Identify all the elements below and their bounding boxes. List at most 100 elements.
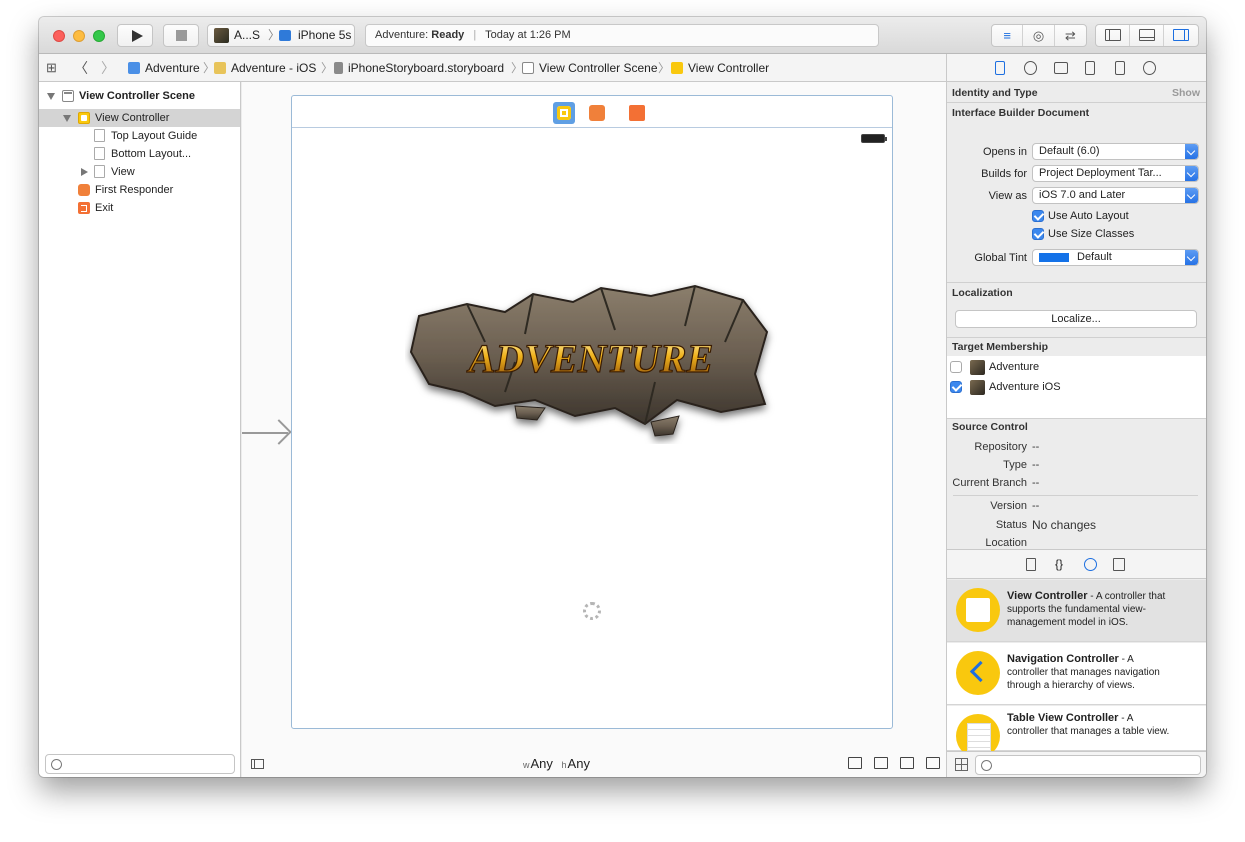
attributes-inspector-icon[interactable] [1085,61,1095,75]
file-inspector-icon[interactable] [995,61,1005,75]
breadcrumb-file[interactable]: iPhoneStoryboard.storyboard [334,54,504,82]
folder-icon [214,62,226,74]
related-items-icon[interactable]: ⊞ [46,54,57,82]
storyboard-canvas[interactable]: ADVENTURE wAny hAny [242,82,946,777]
assistant-editor-button[interactable]: ◎ [1023,25,1055,46]
xcode-window: A...S 〉 iPhone 5s Adventure: Ready | Tod… [39,17,1206,777]
file-template-library-icon[interactable] [1026,558,1036,571]
zoom-button[interactable] [93,30,105,42]
resizing-behavior-icon[interactable] [926,757,940,769]
target-adventure-checkbox[interactable] [950,361,962,373]
view-controller-icon[interactable] [553,102,575,124]
version-editor-button[interactable]: ⇄ [1055,25,1086,46]
navigator-toggle-button[interactable] [1096,25,1130,46]
library-filter-field[interactable] [975,755,1201,775]
back-button[interactable]: 〈 [74,54,88,82]
adventure-logo[interactable]: ADVENTURE [405,282,777,444]
breadcrumb-project[interactable]: Adventure [128,54,200,82]
height-class: Any [567,756,590,771]
resolve-issues-icon[interactable] [900,757,914,769]
iphone-icon [279,30,291,41]
utilities-area: Identity and Type Show Interface Builder… [946,54,1206,777]
minimize-button[interactable] [73,30,85,42]
activity-time: Today at 1:26 PM [485,29,571,41]
divider [953,495,1198,496]
exit-icon[interactable] [629,105,645,121]
connections-inspector-icon[interactable] [1143,61,1156,75]
breadcrumb-group[interactable]: Adventure - iOS [214,54,316,82]
forward-button[interactable]: 〉 [101,54,115,82]
stop-button[interactable] [163,24,199,47]
quick-help-icon[interactable] [1024,61,1037,75]
ibd-section-header: Interface Builder Document [952,107,1090,119]
disclosure-triangle-icon[interactable] [47,93,55,100]
first-responder-icon[interactable] [589,105,605,121]
outline-item-exit[interactable]: Exit [39,199,240,217]
navigation-controller-icon [956,651,1000,695]
disclosure-triangle-icon[interactable] [81,168,88,176]
outline-item-view-controller[interactable]: View Controller [39,109,240,127]
run-button[interactable] [117,24,153,47]
builds-for-label: Builds for [981,168,1027,180]
divider [947,282,1206,283]
localize-button[interactable]: Localize... [955,310,1197,328]
outline-item-scene[interactable]: View Controller Scene [39,87,240,105]
chevron-right-icon: 〉 [658,61,671,75]
activity-view: Adventure: Ready | Today at 1:26 PM [365,24,879,47]
size-class-control[interactable]: wAny hAny [523,756,590,771]
show-outline-icon[interactable] [251,759,264,769]
code-snippet-library-icon[interactable]: {} [1055,558,1067,571]
destination-name: iPhone 5s [298,28,352,42]
view-controller-scene[interactable]: ADVENTURE [291,95,893,729]
size-classes-label: Use Size Classes [1048,228,1135,240]
builds-for-popup[interactable]: Project Deployment Tar... [1032,165,1199,182]
localization-section-header: Localization [952,287,1013,299]
battery-icon [861,134,887,143]
global-tint-label: Global Tint [974,252,1027,264]
pin-icon[interactable] [874,757,888,769]
opens-in-popup[interactable]: Default (6.0) [1032,143,1199,160]
scheme-name: A...S [234,28,261,42]
show-link[interactable]: Show [1172,84,1200,102]
utilities-toggle-button[interactable] [1164,25,1198,46]
align-icon[interactable] [848,757,862,769]
object-library-icon[interactable] [1084,558,1097,571]
identity-inspector-icon[interactable] [1054,62,1068,74]
divider [947,102,1206,103]
standard-editor-button[interactable]: ≡ [992,25,1024,46]
breadcrumb-view-controller[interactable]: View Controller [671,54,769,82]
global-tint-popup[interactable]: Default [1032,249,1199,266]
library-item-view-controller[interactable]: View Controller - A controller that supp… [947,580,1206,642]
auto-layout-checkbox[interactable] [1032,210,1044,222]
media-library-icon[interactable] [1113,558,1125,571]
divider: | [473,29,477,41]
debug-toggle-button[interactable] [1130,25,1164,46]
outline-item-view[interactable]: View [39,163,240,181]
inspector-tabs [947,54,1206,82]
outline-item-top-layout-guide[interactable]: Top Layout Guide [39,127,240,145]
target-adventure-ios-checkbox[interactable] [950,381,962,393]
outline-item-first-responder[interactable]: First Responder [39,181,240,199]
app-icon [970,360,985,375]
outline-filter-field[interactable] [45,754,235,774]
scheme-selector[interactable]: A...S 〉 iPhone 5s [207,24,355,47]
close-button[interactable] [53,30,65,42]
grid-view-icon[interactable] [955,758,968,771]
size-classes-checkbox[interactable] [1032,228,1044,240]
view-toggle-control [1095,24,1199,47]
activity-indicator[interactable] [583,602,601,620]
size-inspector-icon[interactable] [1115,61,1125,75]
bottom-pane-icon [1138,29,1155,41]
breadcrumb-scene[interactable]: View Controller Scene [522,54,658,82]
chevron-right-icon: 〉 [321,61,334,75]
toolbar: A...S 〉 iPhone 5s Adventure: Ready | Tod… [39,17,1206,54]
view-as-popup[interactable]: iOS 7.0 and Later [1032,187,1199,204]
outline-item-bottom-layout-guide[interactable]: Bottom Layout... [39,145,240,163]
disclosure-triangle-icon[interactable] [63,115,71,122]
popup-arrow-icon [1185,188,1198,203]
initial-scene-arrow[interactable] [242,420,292,446]
popup-arrow-icon [1185,144,1198,159]
canvas-bottom-bar: wAny hAny [242,751,946,777]
library-item-navigation-controller[interactable]: Navigation Controller - A controller tha… [947,643,1206,705]
library-item-table-view-controller[interactable]: Table View Controller - A controller tha… [947,706,1206,758]
